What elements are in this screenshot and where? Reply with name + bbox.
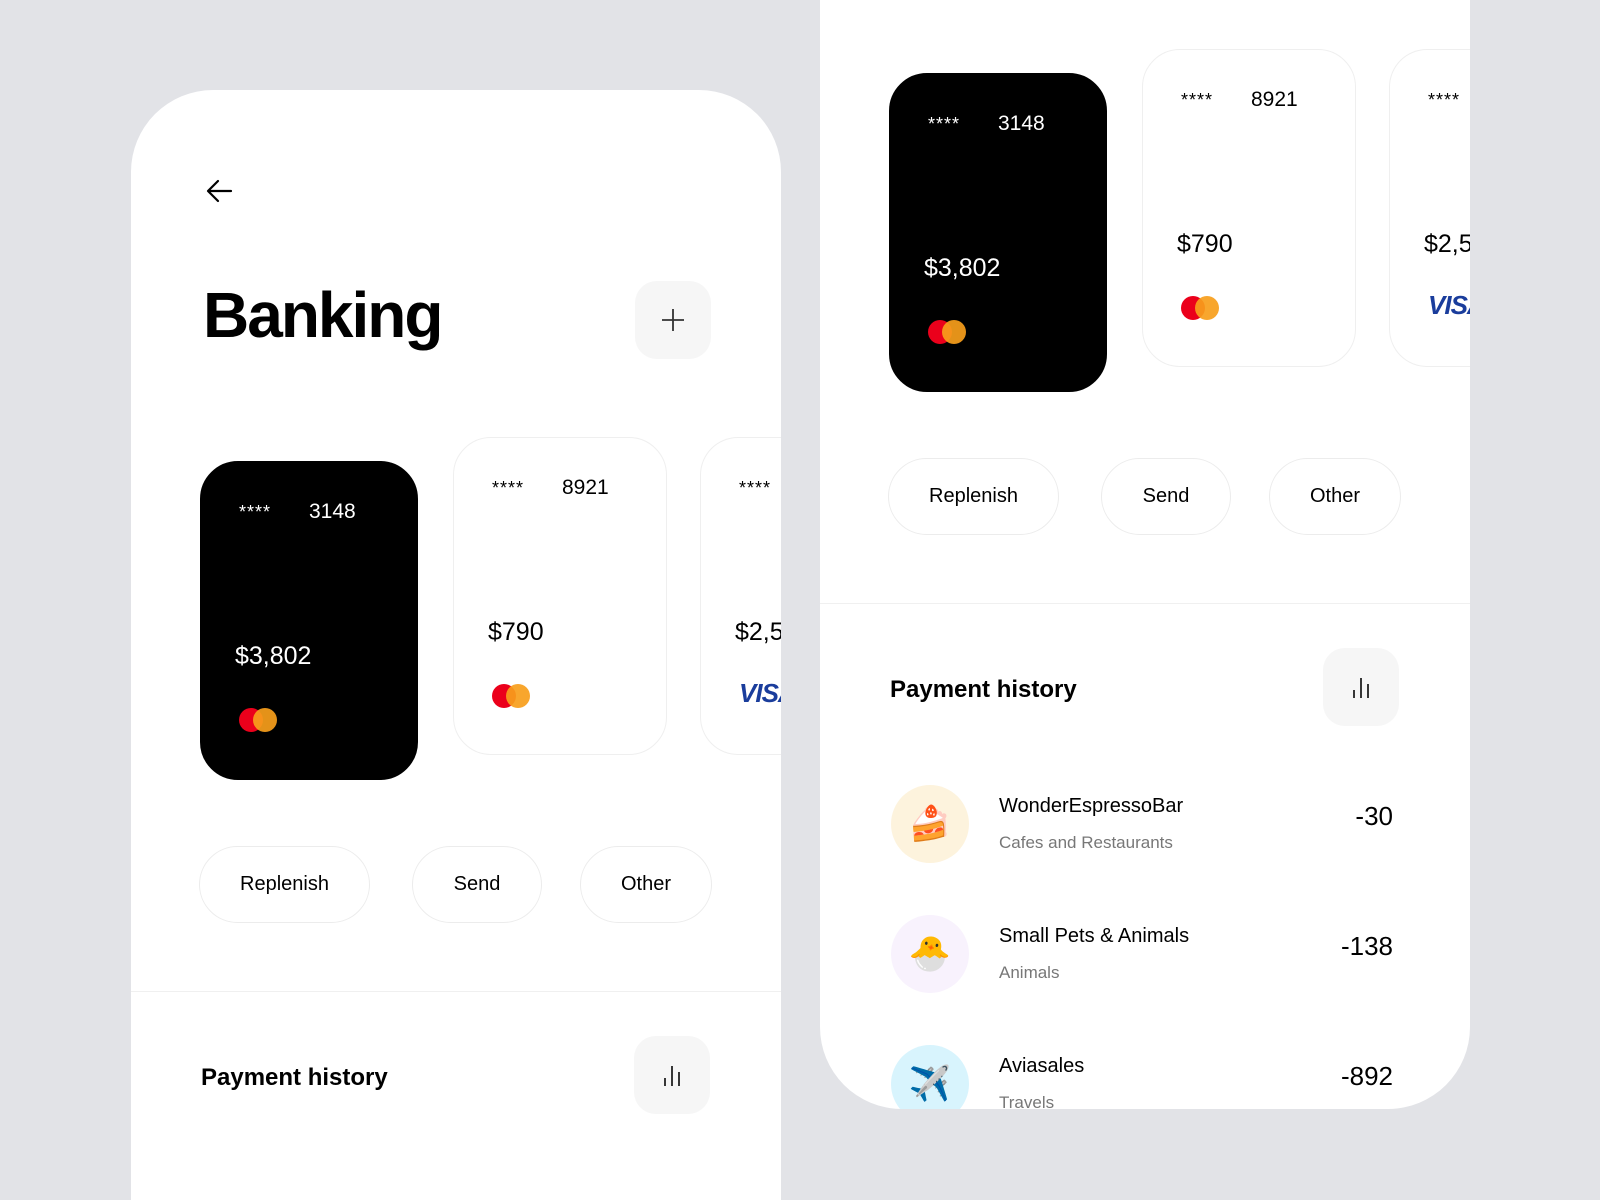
bar-chart-icon [664,1066,680,1086]
divider [131,991,781,992]
payment-item[interactable]: ✈️ Aviasales Travels -892 [820,1045,1470,1109]
card-visa[interactable]: **** $2,5 VISA [1389,49,1470,367]
card-3148[interactable]: **** 3148 $3,802 [200,461,418,780]
send-button[interactable]: Send [412,846,542,923]
other-button[interactable]: Other [1269,458,1401,535]
cake-icon: 🍰 [891,785,969,863]
card-balance: $2,5 [1424,230,1470,258]
card-balance: $790 [1177,230,1233,258]
card-last4: 8921 [1251,88,1298,111]
airplane-icon: ✈️ [891,1045,969,1109]
replenish-button[interactable]: Replenish [888,458,1059,535]
bar-chart-icon [1353,678,1369,698]
payment-item[interactable]: 🐣 Small Pets & Animals Animals -138 [820,915,1470,1005]
payment-name: WonderEspressoBar [999,795,1184,817]
statistics-button[interactable] [634,1036,710,1114]
phone-screen-top: Banking **** 3148 $3,802 **** 8921 $790 … [131,90,781,1200]
card-balance: $2,5 [735,618,781,646]
payment-item[interactable]: 🍰 WonderEspressoBar Cafes and Restaurant… [820,785,1470,875]
payment-category: Animals [999,963,1060,982]
payment-category: Cafes and Restaurants [999,833,1173,852]
payment-amount: -892 [1340,1061,1393,1091]
mastercard-logo [928,320,966,344]
send-button[interactable]: Send [1101,458,1231,535]
plus-icon [662,309,684,331]
card-8921[interactable]: **** 8921 $790 [453,437,667,755]
card-masked: **** [1181,90,1214,110]
card-last4: 8921 [562,476,609,499]
statistics-button[interactable] [1323,648,1399,726]
card-masked: **** [1428,90,1461,110]
phone-screen-scrolled: Banking **** 3148 $3,802 **** 8921 $790 … [820,0,1470,1109]
replenish-button[interactable]: Replenish [199,846,370,923]
divider [820,603,1470,604]
payment-name: Aviasales [999,1055,1085,1077]
visa-logo: VISA [1428,290,1470,320]
card-masked: **** [739,478,772,498]
card-last4: 3148 [309,500,356,523]
payment-name: Small Pets & Animals [999,925,1190,947]
visa-logo: VISA [739,678,781,708]
payment-history-title: Payment history [890,676,1077,703]
card-balance: $3,802 [924,254,1001,282]
chick-icon: 🐣 [891,915,969,993]
other-button[interactable]: Other [580,846,712,923]
mastercard-logo [492,684,530,708]
arrow-left-icon [206,179,233,203]
payment-amount: -138 [1340,931,1393,961]
payment-history-title: Payment history [201,1064,388,1091]
card-masked: **** [239,502,272,522]
card-masked: **** [492,478,525,498]
mastercard-logo [1181,296,1219,320]
card-3148[interactable]: **** 3148 $3,802 [889,73,1107,392]
card-visa[interactable]: **** $2,5 VISA [700,437,781,755]
page-title: Banking [203,279,443,351]
mastercard-logo [239,708,277,732]
card-masked: **** [928,114,961,134]
card-8921[interactable]: **** 8921 $790 [1142,49,1356,367]
card-last4: 3148 [998,112,1045,135]
card-balance: $3,802 [235,642,312,670]
back-button[interactable] [203,174,237,208]
card-balance: $790 [488,618,544,646]
add-card-button[interactable] [635,281,711,359]
payment-category: Travels [999,1093,1055,1109]
payment-amount: -30 [1355,801,1393,831]
